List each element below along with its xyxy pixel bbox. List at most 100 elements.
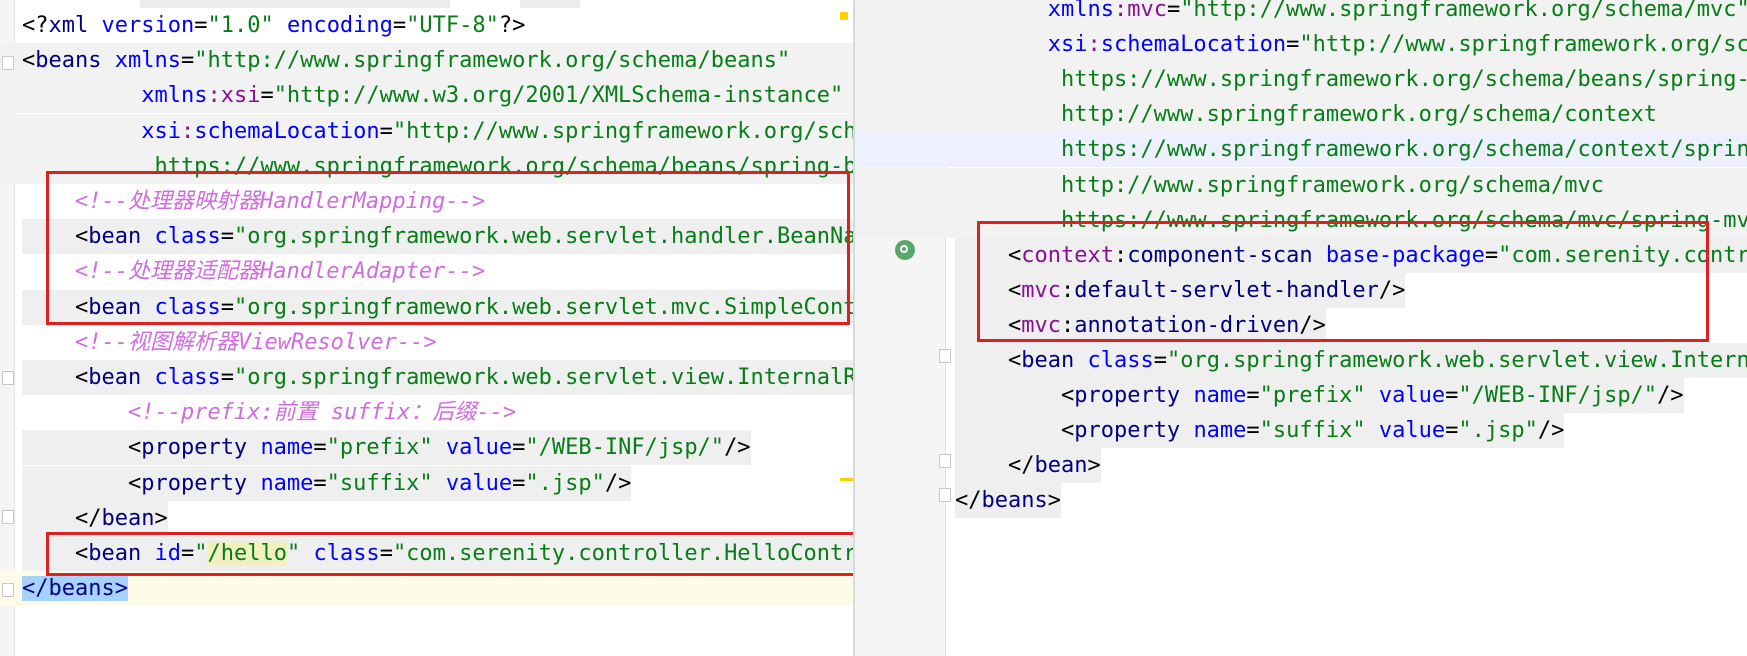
code-text: <beans xmlns="http://www.springframework… [22, 43, 790, 78]
code-line[interactable]: https://www.springframework.org/schema/c… [855, 132, 1747, 168]
fold-icon[interactable] [2, 510, 14, 524]
code-line[interactable]: <property name="prefix" value="/WEB-INF/… [855, 378, 1747, 414]
code-line[interactable]: http://www.springframework.org/schema/co… [855, 97, 1747, 133]
token: = [220, 365, 234, 390]
token: "suffix" [1259, 418, 1366, 444]
token: xml [48, 13, 89, 38]
code-text: https://www.springframework.org/schema/b… [955, 62, 1747, 97]
code-line[interactable]: </beans> [855, 483, 1747, 519]
token: < [22, 48, 36, 74]
fold-icon[interactable] [939, 454, 951, 468]
token: /> [724, 435, 751, 461]
code-line[interactable]: <bean class="org.springframework.web.ser… [0, 360, 855, 395]
token: ?> [498, 13, 526, 38]
token: "org.springframework.web.servlet.view.In… [1166, 348, 1747, 373]
code-line[interactable]: </beans> [0, 571, 855, 607]
token: <!--视图解析器ViewResolver--> [74, 329, 437, 355]
code-line[interactable]: </bean> [0, 500, 855, 536]
token: < [22, 470, 142, 496]
token: name [1193, 418, 1247, 444]
code-line[interactable]: xmlns:xsi="http://www.w3.org/2001/XMLSch… [0, 78, 855, 114]
code-line[interactable]: http://www.springframework.org/schema/mv… [855, 167, 1747, 203]
code-line[interactable]: <!--prefix:前置 suffix：后缀--> [0, 395, 855, 430]
token: = [1246, 418, 1260, 444]
code-line[interactable]: </bean> [855, 448, 1747, 484]
token: "UTF-8" [406, 13, 499, 38]
fold-icon[interactable] [2, 56, 14, 70]
token: = [512, 470, 526, 496]
token: :xsi [207, 83, 261, 109]
code-line[interactable]: <property name="prefix" value="/WEB-INF/… [0, 430, 855, 466]
scroll-marker[interactable] [840, 478, 854, 481]
fold-icon[interactable] [2, 371, 14, 385]
token: name [1193, 383, 1247, 409]
code-text: </bean> [22, 500, 168, 536]
token: "1.0" [207, 13, 274, 38]
right-editor-pane[interactable]: xmlns:mvc="http://www.springframework.or… [855, 0, 1747, 656]
token: "http://www.springframework.org/schema/b… [392, 118, 855, 144]
spring-bean-gutter-icon[interactable] [895, 240, 915, 260]
token: > [1087, 453, 1101, 479]
code-line[interactable]: https://www.springframework.org/schema/b… [855, 62, 1747, 98]
token: ".jsp" [525, 470, 605, 496]
code-text: <?xml version="1.0" encoding="UTF-8"?> [22, 8, 525, 43]
token: < [955, 348, 1022, 373]
token: property [1074, 383, 1181, 409]
token: xmlns [114, 48, 181, 74]
code-text: <bean class="org.springframework.web.ser… [955, 343, 1747, 378]
token: bean [1021, 348, 1075, 373]
code-line[interactable]: <property name="suffix" value=".jsp"/> [0, 465, 855, 501]
warning-marker-icon[interactable] [840, 12, 848, 20]
highlight-box-hello-bean [46, 532, 855, 576]
code-line[interactable]: xsi:schemaLocation="http://www.springfra… [0, 113, 855, 149]
token: http://www.springframework.org/schema/mv… [955, 172, 1605, 198]
token: = [313, 435, 327, 461]
fold-icon[interactable] [939, 488, 951, 502]
token: https://www.springframework.org/schema/b… [1060, 67, 1747, 93]
code-line[interactable]: <property name="suffix" value=".jsp"/> [855, 413, 1747, 449]
code-line[interactable]: <!--视图解析器ViewResolver--> [0, 325, 855, 360]
editor-tab-strip[interactable] [140, 0, 450, 8]
token: property [141, 470, 248, 496]
code-text: http://www.springframework.org/schema/mv… [955, 168, 1604, 203]
token: property [1074, 418, 1181, 444]
code-line[interactable]: xsi:schemaLocation="http://www.springfra… [855, 27, 1747, 63]
token: > [114, 576, 128, 602]
code-text: xmlns:mvc="http://www.springframework.or… [955, 0, 1747, 27]
token: = [512, 435, 526, 461]
left-editor-pane[interactable]: <?xml version="1.0" encoding="UTF-8"?> <b… [0, 0, 855, 656]
code-text: <!--视图解析器ViewResolver--> [22, 325, 437, 360]
code-text: xmlns:xsi="http://www.w3.org/2001/XMLSch… [22, 78, 843, 113]
token: : [1087, 32, 1101, 58]
token: xmlns [1047, 0, 1114, 22]
fold-icon[interactable] [939, 349, 951, 363]
fold-icon[interactable] [2, 583, 14, 597]
token: < [22, 435, 142, 461]
token: class [154, 365, 221, 390]
code-line[interactable]: xmlns:mvc="http://www.springframework.or… [855, 0, 1747, 27]
token: value [445, 470, 513, 496]
code-text: </beans> [22, 571, 128, 606]
token: "http://www.springframework.org/schema/b… [194, 48, 791, 74]
editor-tab-strip-2[interactable] [520, 0, 580, 8]
code-text: xsi:schemaLocation="http://www.springfra… [22, 114, 855, 149]
token: schemaLocation [1100, 32, 1287, 58]
code-line[interactable]: <bean class="org.springframework.web.ser… [855, 343, 1747, 378]
token: = [1445, 418, 1459, 444]
token: version [101, 13, 195, 38]
code-line[interactable]: <?xml version="1.0" encoding="UTF-8"?> [0, 8, 855, 43]
code-text: </beans> [955, 483, 1061, 519]
token: ".jsp" [1458, 418, 1538, 444]
token: = [1166, 0, 1181, 22]
code-line[interactable]: <beans xmlns="http://www.springframework… [0, 43, 855, 79]
